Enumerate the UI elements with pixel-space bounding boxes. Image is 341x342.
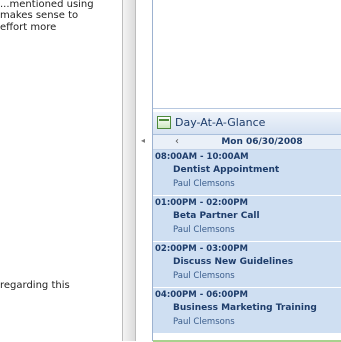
panel-content-area bbox=[153, 0, 341, 109]
day-at-a-glance-title: Day-At-A-Glance bbox=[175, 116, 266, 129]
appointment-owner: Paul Clemsons bbox=[173, 225, 235, 235]
appointment-owner: Paul Clemsons bbox=[173, 317, 235, 327]
vertical-scrollbar[interactable] bbox=[122, 0, 136, 341]
document-text-line: makes sense to bbox=[0, 10, 79, 21]
splitter-grip-icon[interactable]: ◂ bbox=[141, 136, 145, 145]
appointment-list: 08:00AM - 10:00AM Dentist Appointment Pa… bbox=[153, 150, 341, 340]
date-navigation-bar: ‹ Mon 06/30/2008 bbox=[153, 135, 341, 150]
appointment-time: 08:00AM - 10:00AM bbox=[155, 152, 249, 162]
appointment-time: 01:00PM - 02:00PM bbox=[155, 198, 248, 208]
appointment-owner: Paul Clemsons bbox=[173, 271, 235, 281]
appointment-item[interactable]: 01:00PM - 02:00PM Beta Partner Call Paul… bbox=[153, 196, 341, 242]
appointment-item[interactable]: 08:00AM - 10:00AM Dentist Appointment Pa… bbox=[153, 150, 341, 196]
document-pane: ...mentioned using makes sense to effort… bbox=[0, 0, 122, 341]
calendar-icon bbox=[157, 116, 171, 129]
appointment-item[interactable]: 02:00PM - 03:00PM Discuss New Guidelines… bbox=[153, 242, 341, 288]
appointment-title: Business Marketing Training bbox=[173, 303, 317, 313]
appointment-item[interactable]: 04:00PM - 06:00PM Business Marketing Tra… bbox=[153, 288, 341, 334]
pane-splitter[interactable]: ◂ bbox=[136, 0, 152, 341]
current-date: Mon 06/30/2008 bbox=[221, 137, 303, 147]
appointment-time: 02:00PM - 03:00PM bbox=[155, 244, 248, 254]
document-text-line: regarding this bbox=[0, 280, 70, 291]
appointment-title: Discuss New Guidelines bbox=[173, 257, 294, 267]
previous-day-arrow-icon[interactable]: ‹ bbox=[175, 135, 179, 149]
appointment-title: Beta Partner Call bbox=[173, 211, 260, 221]
day-at-a-glance-panel: Day-At-A-Glance ‹ Mon 06/30/2008 08:00AM… bbox=[153, 112, 341, 342]
appointment-owner: Paul Clemsons bbox=[173, 179, 235, 189]
day-at-a-glance-header: Day-At-A-Glance bbox=[153, 112, 341, 135]
appointment-time: 04:00PM - 06:00PM bbox=[155, 290, 248, 300]
calendar-panel: Day-At-A-Glance ‹ Mon 06/30/2008 08:00AM… bbox=[152, 0, 341, 342]
document-text-line: effort more bbox=[0, 22, 57, 33]
appointment-title: Dentist Appointment bbox=[173, 165, 280, 175]
